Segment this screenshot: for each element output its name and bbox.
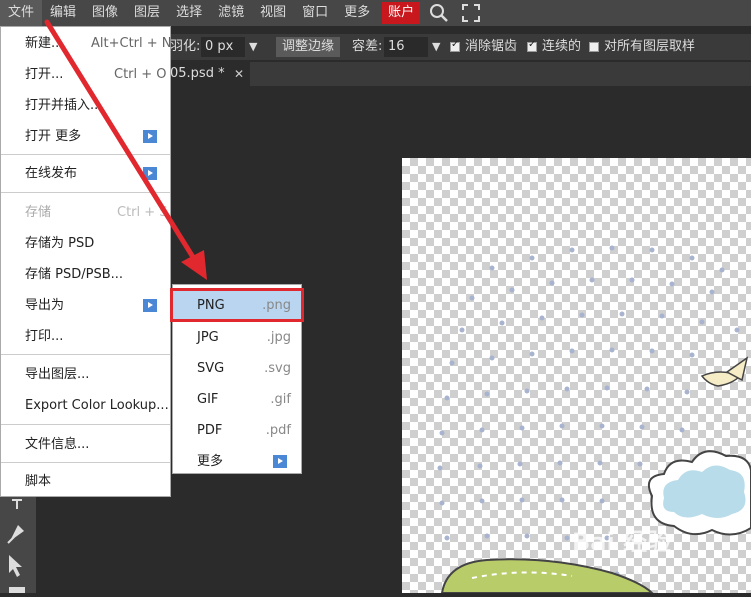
menu-divider xyxy=(1,192,170,193)
text-tool-icon[interactable] xyxy=(12,499,22,509)
tools-panel xyxy=(0,497,36,593)
file-menu-scripts[interactable]: 脚本 xyxy=(1,466,170,497)
feather-input[interactable]: 0 px xyxy=(201,37,245,57)
all-layers-label: 对所有图层取样 xyxy=(604,39,696,54)
refine-edge-button[interactable]: 调整边缘 xyxy=(276,37,341,57)
tolerance-dropdown-icon[interactable]: ▼ xyxy=(432,34,440,60)
file-menu-open-more[interactable]: 打开 更多 xyxy=(1,121,170,152)
feather-label: 羽化: xyxy=(170,39,201,54)
search-icon[interactable] xyxy=(426,0,452,26)
submenu-arrow-icon xyxy=(143,167,157,180)
file-menu-print[interactable]: 打印... xyxy=(1,321,170,352)
file-menu-save: 存储 Ctrl + S xyxy=(25,205,168,220)
document-canvas[interactable]: Bai 经验 xyxy=(402,158,751,593)
contiguous-label: 连续的 xyxy=(542,39,582,54)
menu-more[interactable]: 更多 xyxy=(336,0,378,26)
submenu-arrow-icon xyxy=(273,455,287,468)
file-menu-save-as-psd[interactable]: 存储为 PSD xyxy=(1,228,170,259)
file-menu-open-insert[interactable]: 打开并插入... xyxy=(1,90,170,121)
file-menu-open[interactable]: 打开... Ctrl + O xyxy=(1,59,170,90)
hill-graphic xyxy=(440,558,654,593)
file-menu-dropdown: 新建... Alt+Ctrl + N 打开... Ctrl + O 打开并插入.… xyxy=(0,26,172,497)
file-menu-export-layers[interactable]: 导出图层... xyxy=(1,359,170,390)
menu-divider xyxy=(1,462,170,463)
menu-layer[interactable]: 图层 xyxy=(126,0,168,26)
file-menu-new[interactable]: 新建... Alt+Ctrl + N xyxy=(1,28,172,59)
contiguous-checkbox[interactable] xyxy=(527,39,537,52)
shape-tool-icon[interactable] xyxy=(9,587,25,593)
export-svg[interactable]: SVG .svg xyxy=(173,353,301,384)
tolerance-label: 容差: xyxy=(352,39,383,54)
menu-file[interactable]: 文件 xyxy=(0,0,43,26)
highlight-box xyxy=(170,288,304,322)
file-menu-file-info[interactable]: 文件信息... xyxy=(1,429,170,460)
export-jpg[interactable]: JPG .jpg xyxy=(173,322,301,353)
export-pdf[interactable]: PDF .pdf xyxy=(173,415,301,446)
antialias-label: 消除锯齿 xyxy=(465,39,518,54)
account-button[interactable]: 账户 xyxy=(382,2,421,24)
menu-filter[interactable]: 滤镜 xyxy=(210,0,252,26)
file-menu-publish-online[interactable]: 在线发布 xyxy=(1,158,170,189)
menu-bar: 文件 编辑 图像 图层 选择 滤镜 视图 窗口 更多 账户 xyxy=(0,0,751,26)
document-tab[interactable]: 05.psd * ✕ xyxy=(170,62,250,86)
menu-image[interactable]: 图像 xyxy=(84,0,126,26)
menu-divider xyxy=(1,354,170,355)
tolerance-input[interactable]: 16 xyxy=(384,37,428,57)
export-more[interactable]: 更多 xyxy=(173,446,301,477)
path-select-tool-icon[interactable] xyxy=(9,555,22,577)
all-layers-checkbox[interactable] xyxy=(589,42,599,52)
menu-divider xyxy=(1,154,170,155)
file-menu-export-as[interactable]: 导出为 xyxy=(1,290,170,321)
menu-divider xyxy=(1,424,170,425)
file-menu-export-color-lookup[interactable]: Export Color Lookup... xyxy=(1,390,170,421)
watermark: Bai 经验 xyxy=(572,528,672,556)
file-menu-save-psd-psb[interactable]: 存储 PSD/PSB... xyxy=(1,259,170,290)
close-tab-icon[interactable]: ✕ xyxy=(234,62,244,86)
feather-dropdown-icon[interactable]: ▼ xyxy=(249,34,257,60)
fullscreen-icon[interactable] xyxy=(458,0,484,26)
export-gif[interactable]: GIF .gif xyxy=(173,384,301,415)
menu-select[interactable]: 选择 xyxy=(168,0,210,26)
menu-window[interactable]: 窗口 xyxy=(294,0,336,26)
document-tab-title: 05.psd * xyxy=(170,66,225,81)
menu-view[interactable]: 视图 xyxy=(252,0,294,26)
antialias-checkbox[interactable] xyxy=(450,39,460,52)
pen-tool-icon[interactable] xyxy=(7,525,24,544)
submenu-arrow-icon xyxy=(143,130,157,143)
menu-edit[interactable]: 编辑 xyxy=(42,0,84,26)
submenu-arrow-icon xyxy=(143,299,157,312)
